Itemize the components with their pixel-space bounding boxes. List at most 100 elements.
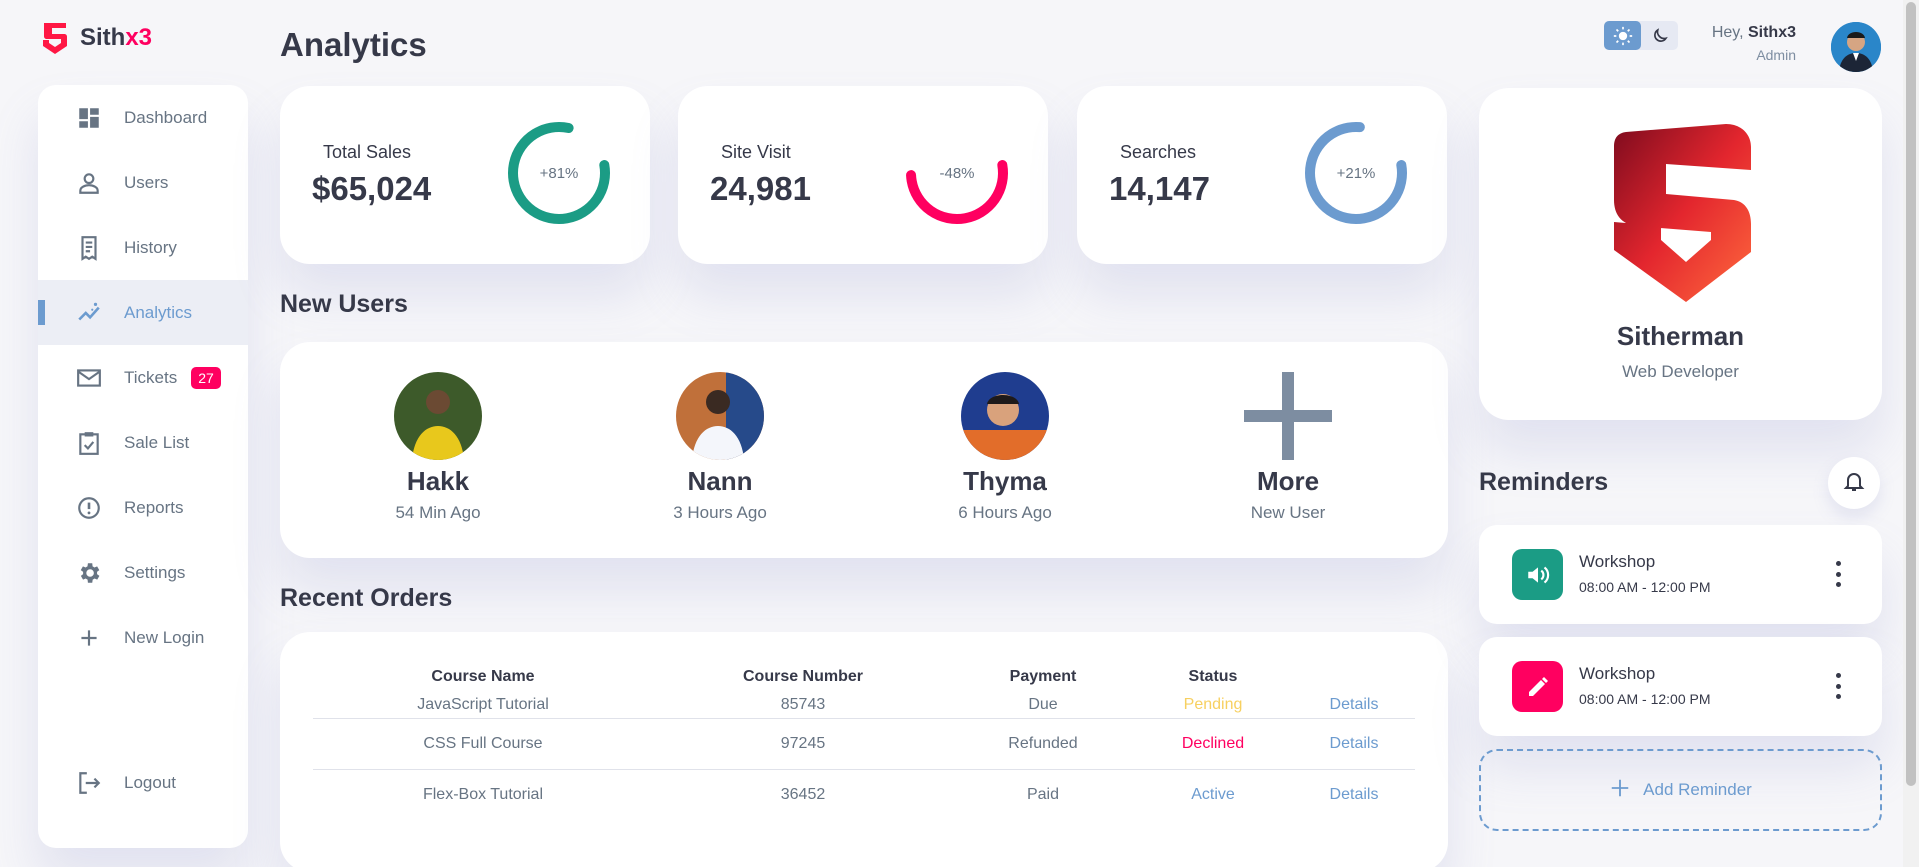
greeting-text: Hey, Sithx3 <box>1711 24 1796 41</box>
profile-role: Web Developer <box>1622 362 1739 381</box>
new-users-title: New Users <box>280 290 408 318</box>
stat-label: Site Visit <box>721 142 791 162</box>
dashboard-icon <box>74 103 104 133</box>
reminder-time: 08:00 AM - 12:00 PM <box>1579 579 1711 595</box>
sidebar-item-settings[interactable]: Settings <box>38 540 248 605</box>
table-header-row: Course Name Course Number Payment Status <box>313 662 1415 692</box>
course-name: CSS Full Course <box>313 718 653 770</box>
person-icon <box>74 168 104 198</box>
reminder-item[interactable]: Workshop 08:00 AM - 12:00 PM <box>1479 525 1882 624</box>
scrollbar-thumb[interactable] <box>1906 2 1916 786</box>
user-card[interactable]: Thyma 6 Hours Ago <box>885 372 1125 523</box>
user-time: 54 Min Ago <box>395 503 481 522</box>
more-users-button[interactable]: More New User <box>1168 372 1408 523</box>
sidebar-item-users[interactable]: Users <box>38 150 248 215</box>
sidebar-item-analytics[interactable]: Analytics <box>38 280 248 345</box>
stat-card-site-visit: Site Visit 24,981 -48% <box>678 86 1048 264</box>
brand-logo[interactable]: Sithx3 <box>40 20 152 56</box>
table-row: CSS Full Course 97245 Refunded Declined … <box>313 718 1415 770</box>
stat-value: 14,147 <box>1109 170 1210 207</box>
reminder-item[interactable]: Workshop 08:00 AM - 12:00 PM <box>1479 637 1882 736</box>
volume-icon <box>1512 549 1563 600</box>
progress-percent: +81% <box>539 164 579 182</box>
course-name: Flex-Box Tutorial <box>422 785 544 803</box>
sidebar-item-label: Settings <box>124 562 186 582</box>
reminder-title: Workshop <box>1579 664 1656 683</box>
course-name: JavaScript Tutorial <box>313 692 653 719</box>
plus-icon <box>1244 372 1332 460</box>
vertical-scrollbar[interactable] <box>1903 0 1919 867</box>
table-row: Flex-Box Tutorial 36452 Paid Active Deta… <box>313 769 1415 820</box>
logout-button[interactable]: Logout <box>38 750 248 815</box>
avatar <box>676 372 764 460</box>
progress-percent: -48% <box>939 164 975 182</box>
user-name: Hakk <box>406 466 470 496</box>
more-vert-icon[interactable] <box>1834 673 1842 699</box>
sidebar-item-sale-list[interactable]: Sale List <box>38 410 248 475</box>
logout-icon <box>74 768 104 798</box>
dark-mode-icon[interactable] <box>1641 21 1678 50</box>
table-row: JavaScript Tutorial 85743 Due Pending De… <box>313 692 1415 719</box>
profile-name: Sitherman <box>1616 321 1745 351</box>
order-status: Active <box>1191 785 1235 803</box>
details-link[interactable]: Details <box>1293 718 1415 770</box>
theme-toggle[interactable] <box>1604 21 1678 50</box>
stat-label: Total Sales <box>323 142 412 162</box>
page-title: Analytics <box>280 26 427 63</box>
sidebar-item-dashboard[interactable]: Dashboard <box>38 85 248 150</box>
details-link[interactable]: Details <box>1293 692 1415 719</box>
receipt-icon <box>74 233 104 263</box>
sidebar-item-label: Sale List <box>124 432 190 452</box>
report-icon <box>74 493 104 523</box>
stat-card-total-sales: Total Sales $65,024 +81% <box>280 86 650 264</box>
add-reminder-label: Add Reminder <box>1643 780 1752 799</box>
column-header: Payment <box>1009 668 1077 685</box>
new-users-card: Hakk 54 Min Ago Nann 3 Hours Ago Thyma 6… <box>280 342 1448 558</box>
details-link[interactable]: Details <box>1293 769 1415 820</box>
header-role: Admin <box>1756 47 1796 63</box>
light-mode-icon[interactable] <box>1604 21 1641 50</box>
column-header: Course Number <box>742 668 864 685</box>
sidebar: Dashboard Users History Analytics Ticket… <box>38 85 248 848</box>
sidebar-item-new-login[interactable]: New Login <box>38 605 248 670</box>
more-vert-icon[interactable] <box>1834 561 1842 587</box>
column-header <box>1293 662 1415 692</box>
recent-orders-card: Course Name Course Number Payment Status… <box>280 632 1448 867</box>
profile-avatar[interactable] <box>1831 22 1881 72</box>
add-reminder-button[interactable]: Add Reminder <box>1479 749 1882 831</box>
course-number: 36452 <box>780 785 826 803</box>
reminder-time: 08:00 AM - 12:00 PM <box>1579 691 1711 707</box>
notifications-button[interactable] <box>1828 457 1880 509</box>
plus-icon <box>74 623 104 653</box>
logo-icon <box>43 23 67 54</box>
logout-label: Logout <box>124 772 176 792</box>
sidebar-item-label: New Login <box>124 627 205 647</box>
avatar <box>961 372 1049 460</box>
sidebar-item-tickets[interactable]: Tickets 27 <box>38 345 248 410</box>
bell-icon <box>1842 469 1866 498</box>
stat-value: $65,024 <box>312 170 432 207</box>
sidebar-item-reports[interactable]: Reports <box>38 475 248 540</box>
insights-icon <box>74 298 104 328</box>
sidebar-item-label: Users <box>124 172 169 192</box>
user-time: 3 Hours Ago <box>673 503 767 522</box>
user-time: 6 Hours Ago <box>958 503 1052 522</box>
stat-value: 24,981 <box>710 170 811 207</box>
user-name: Thyma <box>963 466 1047 496</box>
brand-name: Sithx3 <box>80 24 153 51</box>
course-number: 85743 <box>653 692 953 719</box>
user-card[interactable]: Nann 3 Hours Ago <box>600 372 840 523</box>
order-status: Declined <box>1133 718 1293 770</box>
edit-icon <box>1512 661 1563 712</box>
course-number: 97245 <box>653 718 953 770</box>
reminder-title: Workshop <box>1579 552 1656 571</box>
sidebar-item-label: History <box>124 237 177 257</box>
user-card[interactable]: Hakk 54 Min Ago <box>318 372 558 523</box>
plus-icon <box>1609 777 1631 804</box>
column-header: Course Name <box>431 668 535 685</box>
recent-orders-title: Recent Orders <box>280 584 453 612</box>
sidebar-item-label: Dashboard <box>124 107 208 127</box>
sidebar-item-history[interactable]: History <box>38 215 248 280</box>
clipboard-check-icon <box>74 428 104 458</box>
order-status: Pending <box>1133 692 1293 719</box>
